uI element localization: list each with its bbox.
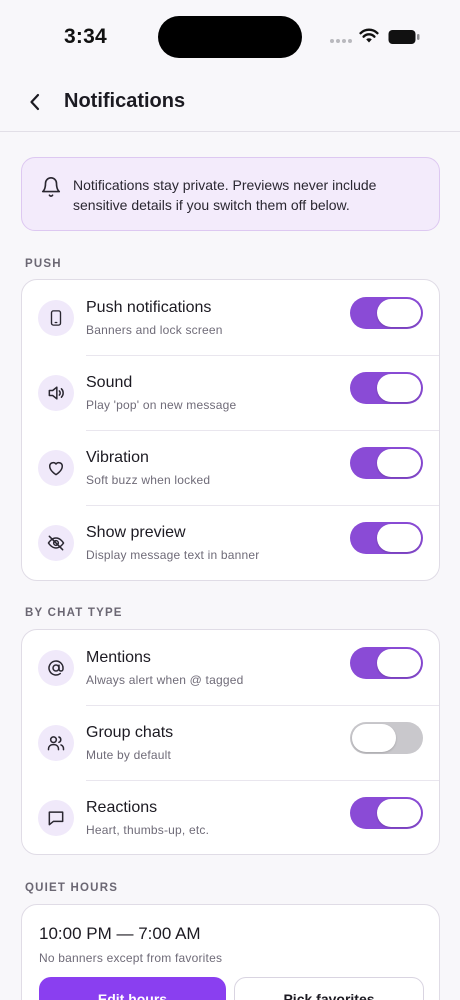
battery-icon (388, 30, 420, 44)
section-label-push: PUSH (25, 258, 62, 270)
setting-subtitle: Play 'pop' on new message (86, 398, 237, 412)
setting-subtitle: Always alert when @ tagged (86, 673, 244, 687)
eye-off-icon (38, 525, 74, 561)
show-preview-toggle[interactable] (350, 522, 423, 554)
setting-row-vibration: Vibration Soft buzz when locked (22, 430, 439, 505)
setting-row-show-preview: Show preview Display message text in ban… (22, 505, 439, 580)
setting-title: Sound (86, 374, 133, 391)
quiet-hours-card: 10:00 PM — 7:00 AM No banners except fro… (21, 904, 440, 1000)
quiet-hours-range: 10:00 PM — 7:00 AM (39, 924, 201, 943)
nav-header: Notifications (0, 74, 460, 132)
setting-title: Mentions (86, 649, 151, 666)
speaker-icon (38, 375, 74, 411)
setting-subtitle: Soft buzz when locked (86, 473, 211, 487)
sound-toggle[interactable] (350, 372, 423, 404)
setting-title: Push notifications (86, 299, 212, 316)
setting-row-mentions: Mentions Always alert when @ tagged (22, 630, 439, 705)
bell-icon (41, 177, 61, 197)
setting-subtitle: Display message text in banner (86, 548, 260, 562)
setting-title: Show preview (86, 524, 186, 541)
mentions-toggle[interactable] (350, 647, 423, 679)
setting-subtitle: Heart, thumbs-up, etc. (86, 823, 210, 837)
page-title: Notifications (64, 90, 186, 112)
users-icon (38, 725, 74, 761)
chevron-left-icon (30, 93, 40, 111)
setting-row-reactions: Reactions Heart, thumbs-up, etc. (22, 780, 439, 855)
back-button[interactable] (22, 88, 48, 116)
status-bar: 3:34 (0, 0, 460, 74)
setting-subtitle: Mute by default (86, 748, 172, 762)
notifications-screen: 3:34 Notifications Notifications stay pr… (0, 0, 460, 1000)
section-label-quiet-hours: QUIET HOURS (25, 882, 119, 894)
setting-subtitle: Banners and lock screen (86, 323, 223, 337)
edit-hours-button[interactable]: Edit hours (39, 977, 226, 1000)
pick-favorites-button[interactable]: Pick favorites (234, 977, 424, 1000)
message-square-icon (38, 800, 74, 836)
quiet-hours-subtitle: No banners except from favorites (39, 951, 223, 965)
privacy-banner: Notifications stay private. Previews nev… (21, 157, 440, 231)
group-chats-toggle[interactable] (350, 722, 423, 754)
push-settings-card: Push notifications Banners and lock scre… (21, 279, 440, 581)
status-time: 3:34 (64, 25, 107, 48)
heart-icon (38, 450, 74, 486)
push-notifications-toggle[interactable] (350, 297, 423, 329)
phone-icon (38, 300, 74, 336)
vibration-toggle[interactable] (350, 447, 423, 479)
chat-type-card: Mentions Always alert when @ tagged Grou… (21, 629, 440, 855)
setting-row-push-notifications: Push notifications Banners and lock scre… (22, 280, 439, 355)
wifi-icon (359, 28, 379, 43)
reactions-toggle[interactable] (350, 797, 423, 829)
dynamic-island (158, 16, 302, 58)
cellular-signal-icon (330, 39, 352, 43)
setting-title: Vibration (86, 449, 149, 466)
section-label-chat-type: BY CHAT TYPE (25, 607, 123, 619)
setting-title: Reactions (86, 799, 158, 816)
setting-row-sound: Sound Play 'pop' on new message (22, 355, 439, 430)
setting-row-group-chats: Group chats Mute by default (22, 705, 439, 780)
at-icon (38, 650, 74, 686)
banner-text: Notifications stay private. Previews nev… (73, 177, 377, 213)
setting-title: Group chats (86, 724, 174, 741)
